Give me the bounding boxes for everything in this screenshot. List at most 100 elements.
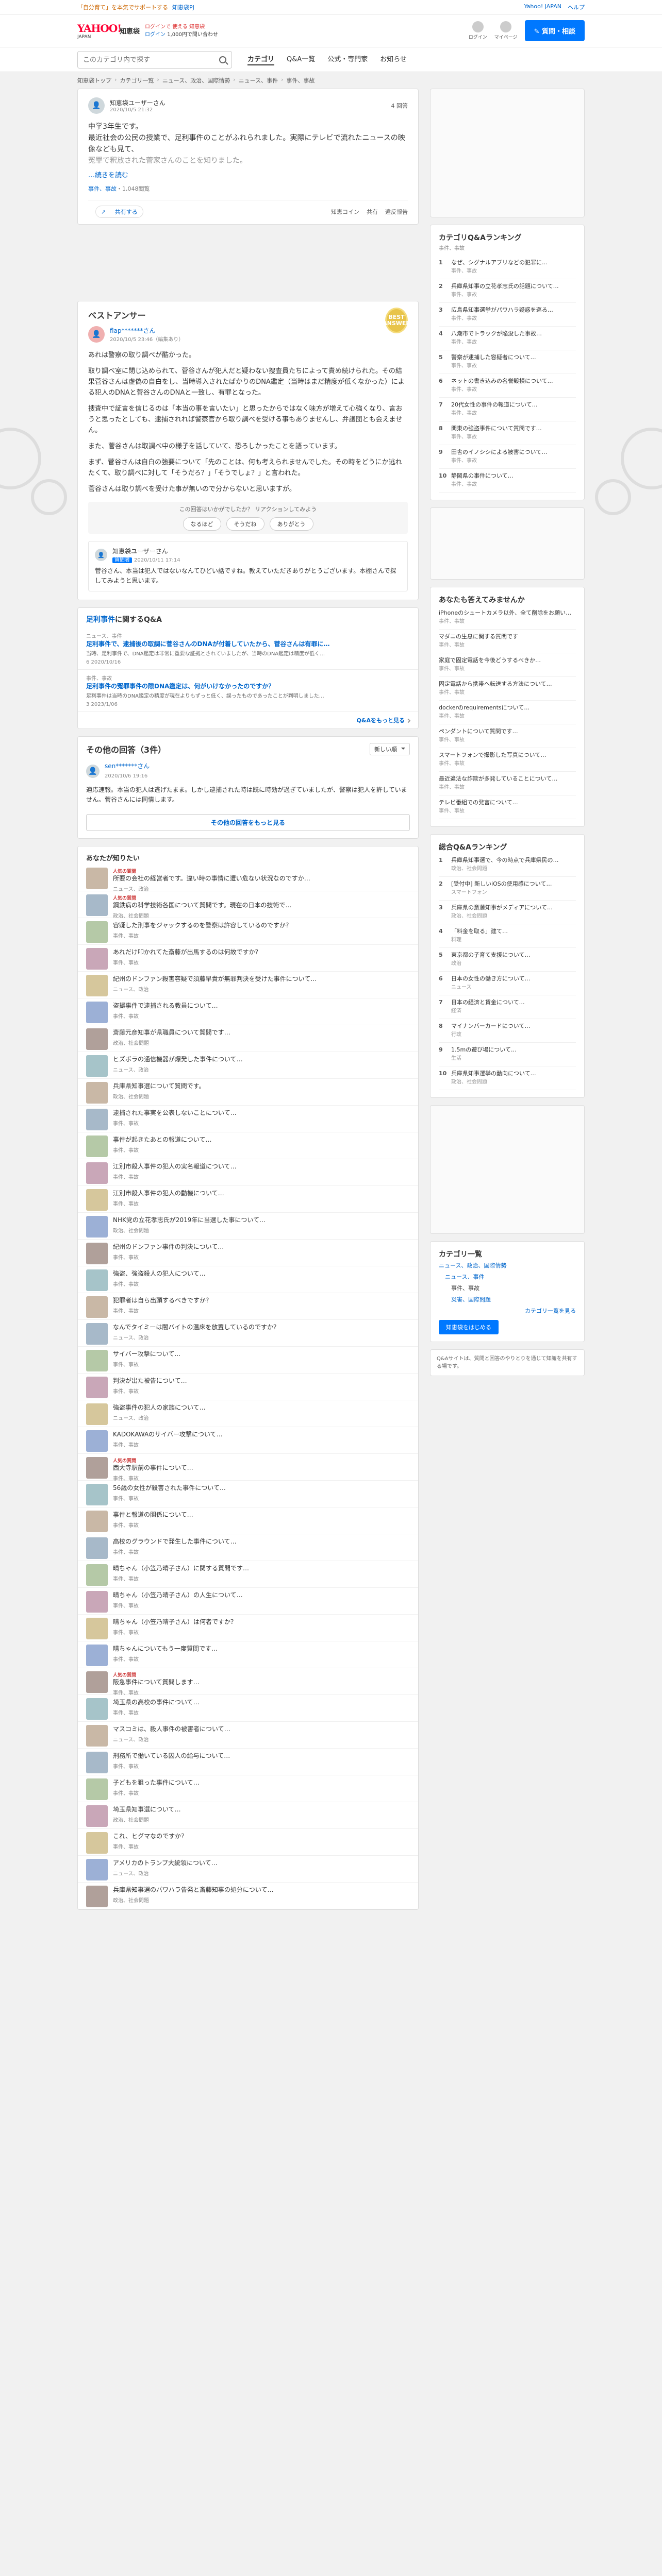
ranking-item[interactable]: iPhoneのシュートカメラ以外、全て削除をお願いします 事件、事故: [439, 606, 576, 630]
recommended-item[interactable]: KADOKAWAのサイバー攻撃について… 事件、事故: [78, 1427, 418, 1454]
ranking-item[interactable]: 9 1.5mの遊び場について… 生活: [439, 1043, 576, 1066]
ranking-question[interactable]: 1.5mの遊び場について…: [451, 1046, 576, 1054]
ranking-question[interactable]: ネットの書き込みの名誉毀損について…: [451, 377, 576, 385]
answer-user[interactable]: flap*******さん: [110, 326, 184, 335]
recommended-item[interactable]: 紀州のドンファン事件の判決について… 事件、事故: [78, 1240, 418, 1266]
category-lvl2[interactable]: ニュース、事件: [439, 1272, 576, 1283]
recommended-question[interactable]: 高校のグラウンドで発生した事件について…: [113, 1537, 410, 1546]
ranking-question[interactable]: dockerのrequirementsについて…: [439, 704, 576, 712]
recommended-question[interactable]: 容疑した刑事をジャックするのを警察は許容しているのですか？: [113, 921, 410, 930]
ranking-question[interactable]: 東京都の子育て支援について…: [451, 951, 576, 959]
ranking-question[interactable]: iPhoneのシュートカメラ以外、全て削除をお願いします: [439, 609, 576, 617]
ranking-question[interactable]: 八潮市でトラックが陥没した事故…: [451, 330, 576, 338]
recommended-question[interactable]: NHK党の立花孝志氏が2019年に当選した事について…: [113, 1216, 410, 1225]
breadcrumb-item[interactable]: カテゴリ一覧: [120, 76, 154, 84]
ranking-question[interactable]: マダニの生息に関する質問です: [439, 633, 576, 641]
recommended-item[interactable]: 高校のグラウンドで発生した事件について… 事件、事故: [78, 1534, 418, 1561]
service-name[interactable]: 知恵袋: [120, 26, 140, 36]
ranking-item[interactable]: 5 警察が逮捕した容疑者について… 事件、事故: [439, 350, 576, 374]
recommended-item[interactable]: 事件が起きたあとの報道について… 事件、事故: [78, 1132, 418, 1159]
ranking-item[interactable]: 10 静岡県の事件について… 事件、事故: [439, 469, 576, 493]
recommended-question[interactable]: 西大寺駅前の事件について…: [113, 1464, 410, 1472]
recommended-question[interactable]: 盗撮事件で逮捕される教員について…: [113, 1002, 410, 1010]
recommended-question[interactable]: 56歳の女性が殺害された事件について…: [113, 1484, 410, 1493]
ranking-item[interactable]: 6 日本の女性の働き方について… ニュース: [439, 972, 576, 995]
recommended-item[interactable]: マスコミは、殺人事件の被害者について… ニュース、政治: [78, 1722, 418, 1749]
topbar-link-help[interactable]: ヘルプ: [568, 3, 585, 11]
recommended-question[interactable]: 阪急事件について質問します…: [113, 1678, 410, 1687]
recommended-question[interactable]: これ、ヒグマなのですか？: [113, 1832, 410, 1841]
share-action[interactable]: 共有: [367, 208, 378, 216]
other-answer-user[interactable]: sen*******さん: [105, 761, 150, 771]
login-link[interactable]: ログイン: [145, 32, 166, 38]
ranking-item[interactable]: 2 [受付中] 新しいiOSの使用感について… スマートフォン: [439, 877, 576, 901]
breadcrumb-item[interactable]: ニュース、事件: [239, 76, 278, 84]
recommended-item[interactable]: 埼玉県知事選について… 政治、社会問題: [78, 1802, 418, 1829]
ranking-item[interactable]: 1 兵庫県知事選で、今の時点で兵庫県民の… 政治、社会問題: [439, 853, 576, 877]
search-icon[interactable]: [219, 56, 226, 63]
recommended-question[interactable]: 晴ちゃん（小笠乃晴子さん）は何者ですか？: [113, 1618, 410, 1626]
question-category-link[interactable]: 事件、事故: [88, 185, 117, 192]
category-lvl3[interactable]: 事件、事故: [439, 1283, 576, 1294]
start-button[interactable]: 知恵袋をはじめる: [439, 1320, 499, 1334]
tab-qa-list[interactable]: Q&A一覧: [287, 54, 315, 65]
recommended-item[interactable]: 江別市殺人事件の犯人の実名報道について… 事件、事故: [78, 1159, 418, 1186]
ranking-item[interactable]: 固定電話から携帯へ転送する方法について… 事件、事故: [439, 677, 576, 701]
recommended-question[interactable]: サイバー攻撃について…: [113, 1350, 410, 1359]
ask-question-button[interactable]: ✎ 質問・相談: [524, 20, 585, 41]
ranking-item[interactable]: スマートフォンで撮影した写真について… 事件、事故: [439, 748, 576, 772]
related-question[interactable]: 足利事件で、逮捕後の取調に菅谷さんのDNAが付着していたから、菅谷さんは有罪に…: [86, 639, 410, 649]
ranking-question[interactable]: ペンダントについて質問です…: [439, 727, 576, 736]
recommended-question[interactable]: ヒズボラの通信機器が爆発した事件について…: [113, 1055, 410, 1064]
recommended-item[interactable]: 判決が出た被告について… 事件、事故: [78, 1374, 418, 1400]
ranking-item[interactable]: 4 八潮市でトラックが陥没した事故… 事件、事故: [439, 327, 576, 350]
recommended-question[interactable]: 江別市殺人事件の犯人の動機について…: [113, 1189, 410, 1198]
recommended-question[interactable]: 逮捕された事実を公表しないことについて…: [113, 1109, 410, 1117]
report-button[interactable]: 違反報告: [385, 208, 408, 216]
ranking-question[interactable]: 関東の強盗事件について質問です…: [451, 425, 576, 433]
recommended-item[interactable]: 刑務所で働いている囚人の給与について… 事件、事故: [78, 1749, 418, 1775]
recommended-item[interactable]: 人気の質問 西大寺駅前の事件について… 事件、事故: [78, 1454, 418, 1482]
recommended-question[interactable]: 埼玉県知事選について…: [113, 1805, 410, 1814]
topbar-project-link[interactable]: 知恵袋PJ: [172, 3, 194, 11]
recommended-question[interactable]: 晴ちゃんについてもう一度質問です…: [113, 1645, 410, 1653]
recommended-question[interactable]: 犯罪者は自ら出頭するべきですか？: [113, 1296, 410, 1305]
recommended-item[interactable]: 犯罪者は自ら出頭するべきですか？ 事件、事故: [78, 1293, 418, 1320]
recommended-question[interactable]: 晴ちゃん（小笠乃晴子さん）の人生について…: [113, 1591, 410, 1600]
recommended-question[interactable]: 埼玉県の高校の事件について…: [113, 1698, 410, 1707]
ranking-item[interactable]: 5 東京都の子育て支援について… 政治: [439, 948, 576, 972]
breadcrumb-item[interactable]: 知恵袋トップ: [77, 76, 111, 84]
recommended-item[interactable]: 容疑した刑事をジャックするのを警察は許容しているのですか？ 事件、事故: [78, 918, 418, 945]
ranking-item[interactable]: 3 広島県知事選挙がパワハラ疑惑を巡る… 事件、事故: [439, 303, 576, 327]
ranking-item[interactable]: 9 田舎のイノシシによる被害について… 事件、事故: [439, 445, 576, 469]
recommended-question[interactable]: 鋼鉄病の科学技術各国について質問です。現在の日本の技術で…: [113, 901, 410, 910]
more-answers-button[interactable]: その他の回答をもっと見る: [86, 814, 410, 831]
ranking-question[interactable]: 日本の経済と賃金について…: [451, 998, 576, 1007]
related-keyword[interactable]: 足利事件: [86, 616, 115, 624]
ranking-question[interactable]: 兵庫県知事の立花孝志氏の話題について…: [451, 282, 576, 291]
ranking-question[interactable]: 広島県知事選挙がパワハラ疑惑を巡る…: [451, 306, 576, 314]
recommended-item[interactable]: ヒズボラの通信機器が爆発した事件について… ニュース、政治: [78, 1052, 418, 1079]
tab-category[interactable]: カテゴリ: [247, 54, 275, 65]
header-line2[interactable]: 1,000円で問い合わせ: [167, 32, 218, 38]
ranking-question[interactable]: 最近違法な詐欺が多発していることについて…: [439, 775, 576, 783]
ranking-question[interactable]: マイナンバーカードについて…: [451, 1022, 576, 1030]
category-lvl1[interactable]: ニュース、政治、国際情勢: [439, 1260, 576, 1272]
recommended-item[interactable]: 人気の質問 所要の会社の経営者です。違い時の事情に遭い危ない状況なのですか… ニュー…: [78, 865, 418, 892]
recommended-question[interactable]: 紀州のドンファン事件の判決について…: [113, 1243, 410, 1251]
recommended-question[interactable]: 判決が出た被告について…: [113, 1377, 410, 1385]
recommended-question[interactable]: マスコミは、殺人事件の被害者について…: [113, 1725, 410, 1734]
recommended-item[interactable]: 江別市殺人事件の犯人の動機について… 事件、事故: [78, 1186, 418, 1213]
ranking-question[interactable]: [受付中] 新しいiOSの使用感について…: [451, 880, 576, 888]
ranking-question[interactable]: 固定電話から携帯へ転送する方法について…: [439, 680, 576, 688]
ranking-item[interactable]: 8 マイナンバーカードについて… 行政: [439, 1019, 576, 1043]
topbar-link-yahoo[interactable]: Yahoo! JAPAN: [524, 3, 561, 11]
recommended-question[interactable]: 江別市殺人事件の犯人の実名報道について…: [113, 1162, 410, 1171]
ranking-item[interactable]: 7 20代女性の事件の報道について… 事件、事故: [439, 398, 576, 421]
ranking-item[interactable]: dockerのrequirementsについて… 事件、事故: [439, 701, 576, 724]
ranking-item[interactable]: 6 ネットの書き込みの名誉毀損について… 事件、事故: [439, 374, 576, 398]
ranking-question[interactable]: 兵庫県知事選挙の動向について…: [451, 1070, 576, 1078]
topbar-notice[interactable]: 「自分育て」を本気でサポートする: [77, 3, 168, 11]
recommended-item[interactable]: 逮捕された事実を公表しないことについて… 事件、事故: [78, 1106, 418, 1132]
recommended-item[interactable]: これ、ヒグマなのですか？ 事件、事故: [78, 1829, 418, 1856]
